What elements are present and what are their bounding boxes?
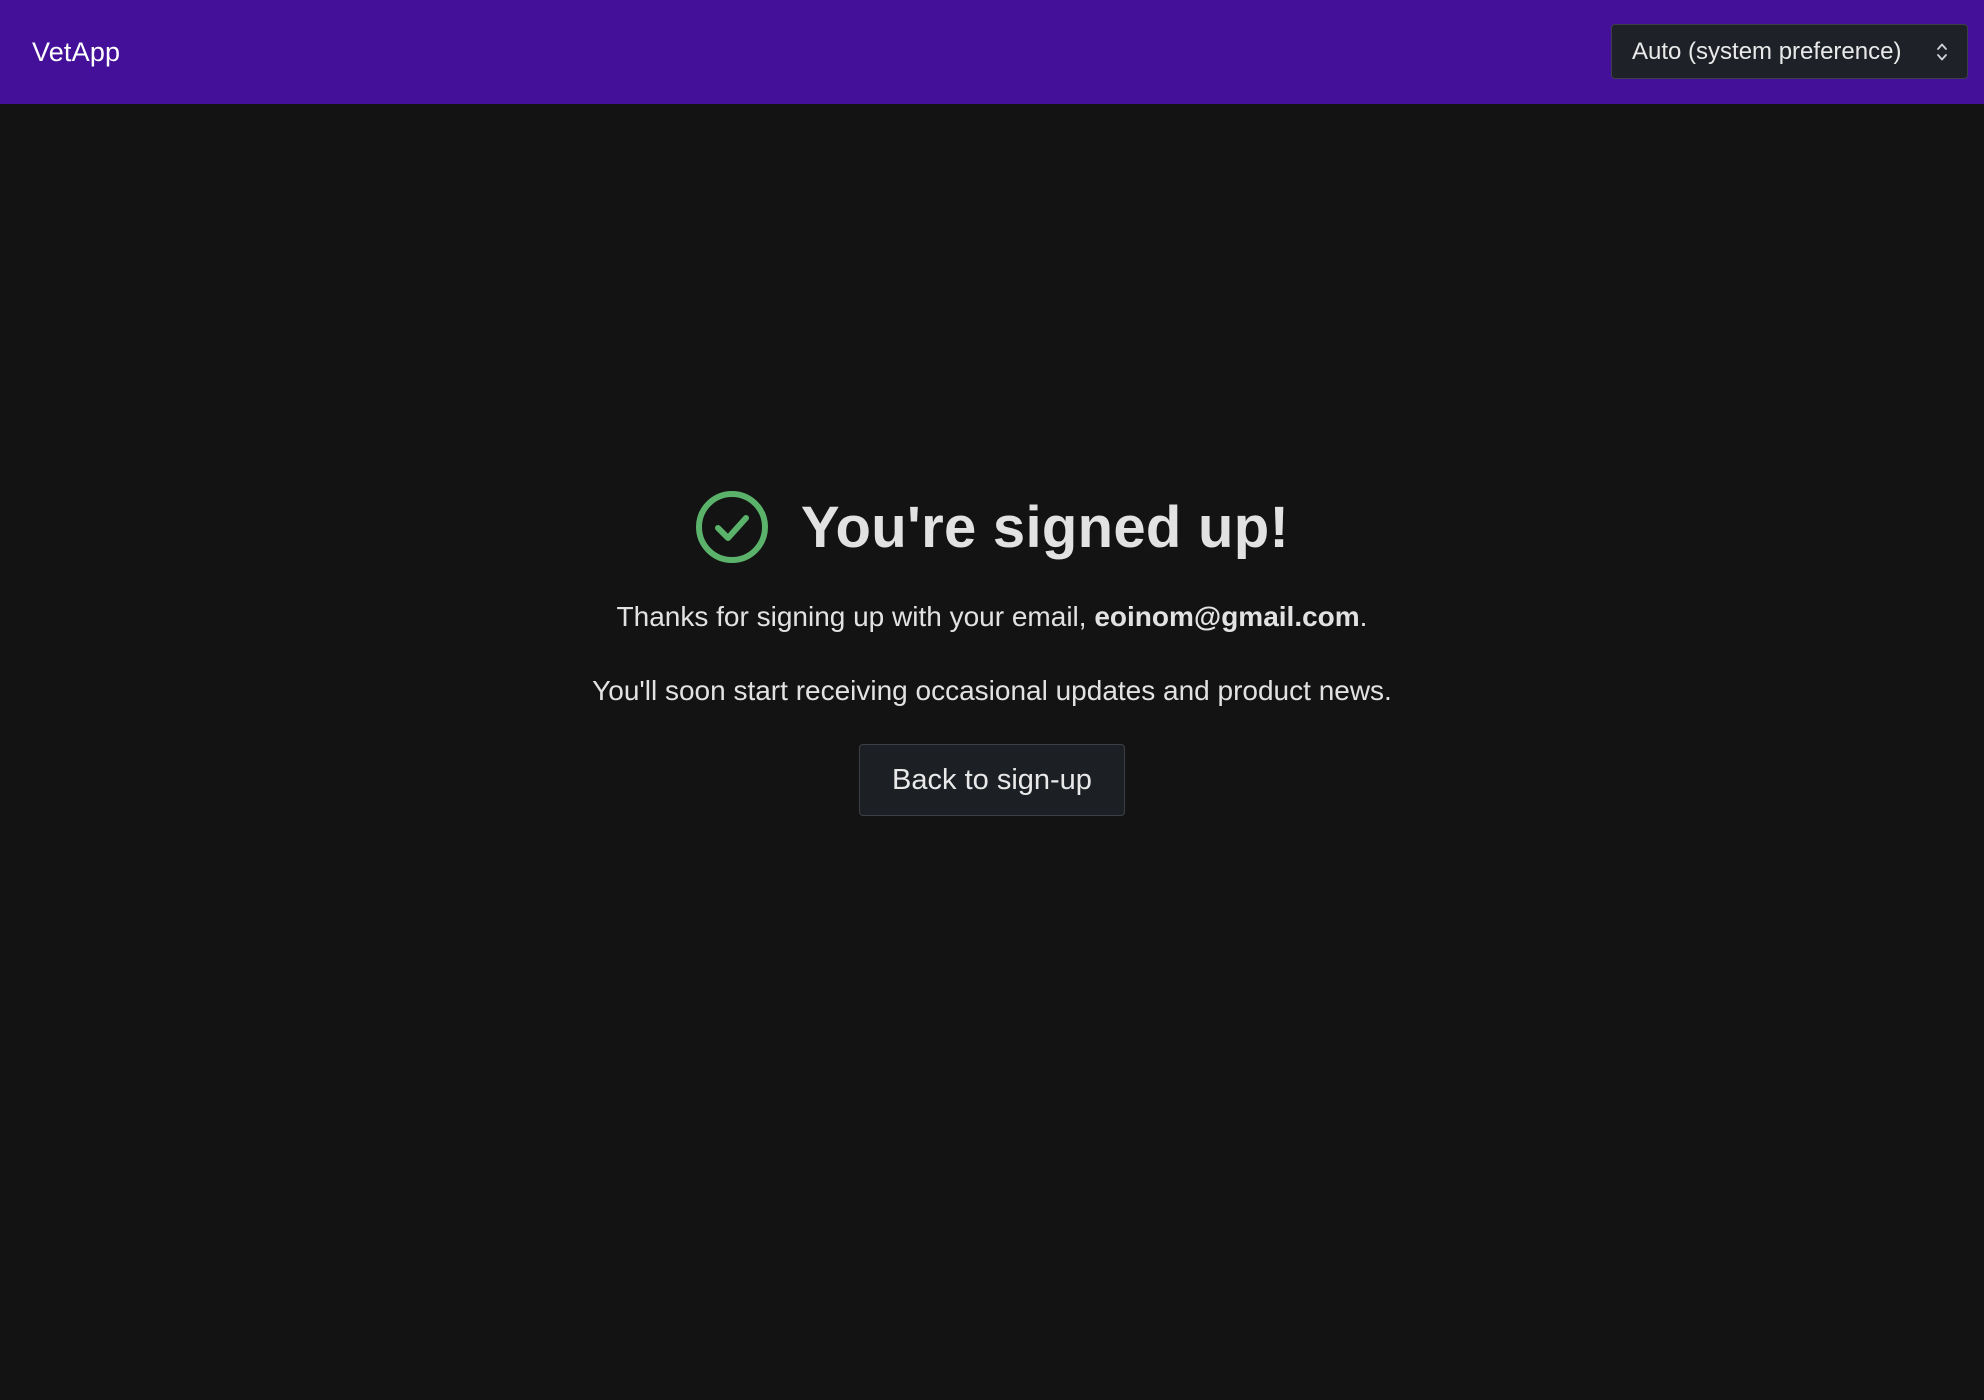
theme-select-value: Auto (system preference) [1632, 38, 1902, 65]
confirmation-title: You're signed up! [800, 494, 1290, 560]
back-to-signup-button[interactable]: Back to sign-up [859, 744, 1125, 816]
thanks-suffix: . [1359, 601, 1368, 632]
thanks-message: Thanks for signing up with your email, e… [0, 597, 1984, 637]
thanks-prefix: Thanks for signing up with your email, [616, 601, 1095, 632]
updates-message: You'll soon start receiving occasional u… [592, 675, 1392, 706]
top-navbar: VetApp Auto (system preference) [0, 0, 1984, 104]
chevron-up-down-icon [1935, 25, 1949, 78]
check-circle-icon [695, 490, 769, 564]
signup-email: eoinom@gmail.com [1094, 601, 1360, 632]
theme-select[interactable]: Auto (system preference) [1611, 24, 1968, 79]
brand-logo-text[interactable]: VetApp [32, 0, 120, 104]
confirmation-heading-row: You're signed up! [0, 482, 1984, 572]
